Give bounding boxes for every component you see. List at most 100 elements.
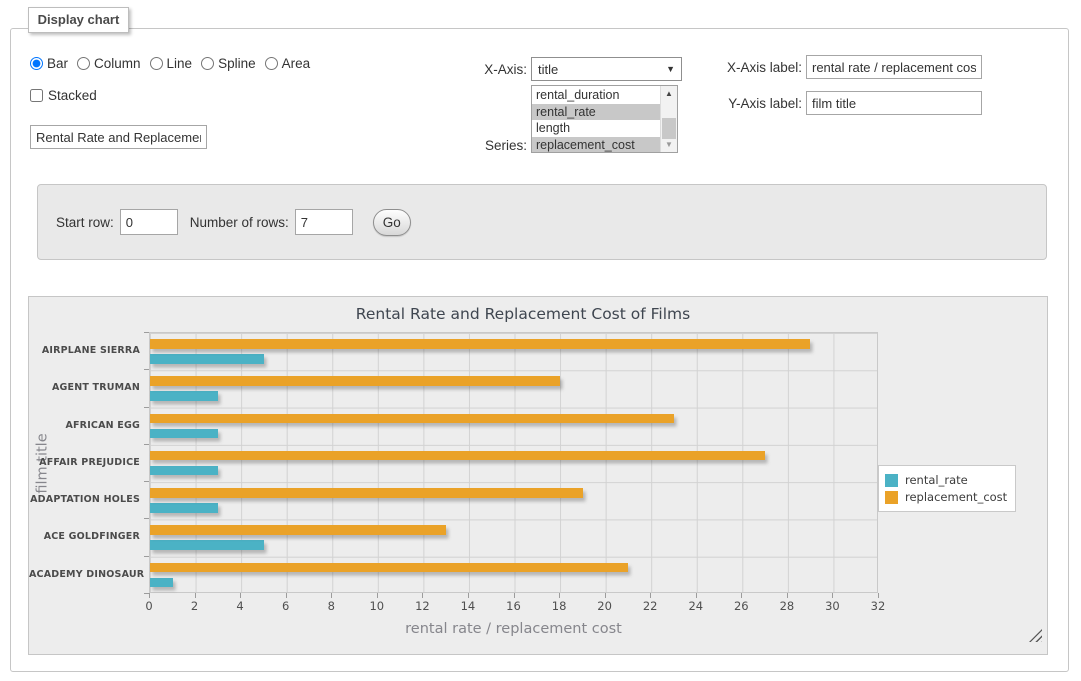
fieldset-legend: Display chart — [28, 7, 129, 33]
x-axis-selected-value: title — [538, 62, 558, 77]
x-axis-select[interactable]: title ▼ — [531, 57, 682, 81]
bar-replacement_cost — [150, 563, 628, 573]
x-tick-mark — [878, 593, 879, 598]
chart-type-option-spline[interactable]: Spline — [201, 56, 256, 71]
category-label: AGENT TRUMAN — [29, 369, 140, 406]
chart-type-radio-line[interactable] — [150, 57, 163, 70]
y-tick-mark — [144, 518, 149, 519]
scroll-up-icon[interactable]: ▲ — [661, 86, 677, 101]
series-scrollbar[interactable]: ▲ ▼ — [660, 86, 677, 152]
stacked-checkbox[interactable] — [30, 89, 43, 102]
chart-type-label: Spline — [218, 56, 256, 71]
chart-x-axis-title: rental rate / replacement cost — [149, 621, 878, 637]
page: Display chart Bar Column Line Spline Area St… — [0, 0, 1081, 681]
stacked-row: Stacked — [30, 88, 97, 103]
chart-type-radio-column[interactable] — [77, 57, 90, 70]
bar-replacement_cost — [150, 451, 765, 461]
chart-type-radio-bar[interactable] — [30, 57, 43, 70]
x-tick-label: 10 — [360, 599, 394, 613]
chart-type-radio-spline[interactable] — [201, 57, 214, 70]
bar-rental_rate — [150, 391, 218, 401]
x-tick-label: 24 — [679, 599, 713, 613]
x-tick-label: 16 — [497, 599, 531, 613]
plot-area — [149, 332, 878, 593]
legend-swatch — [885, 491, 898, 504]
chart-type-group: Bar Column Line Spline Area — [30, 56, 319, 71]
start-row-label: Start row: — [56, 215, 114, 230]
y-tick-mark — [144, 556, 149, 557]
category-label: AIRPLANE SIERRA — [29, 332, 140, 369]
x-tick-mark — [286, 593, 287, 598]
stacked-label: Stacked — [48, 88, 97, 103]
x-tick-label: 30 — [815, 599, 849, 613]
legend-label: rental_rate — [905, 473, 968, 487]
y-axis-label-caption: Y-Axis label: — [712, 96, 802, 111]
x-tick-mark — [331, 593, 332, 598]
category-label: ACADEMY DINOSAUR — [29, 556, 140, 593]
x-tick-mark — [514, 593, 515, 598]
chart-type-option-area[interactable]: Area — [265, 56, 311, 71]
x-tick-mark — [605, 593, 606, 598]
chart-type-option-line[interactable]: Line — [150, 56, 193, 71]
legend-label: replacement_cost — [905, 490, 1007, 504]
x-tick-label: 0 — [132, 599, 166, 613]
bar-rental_rate — [150, 503, 218, 513]
legend-item-replacement_cost: replacement_cost — [885, 490, 1007, 504]
x-tick-mark — [240, 593, 241, 598]
chart-type-label: Line — [167, 56, 193, 71]
x-tick-mark — [696, 593, 697, 598]
series-caption: Series: — [440, 138, 527, 153]
bar-replacement_cost — [150, 376, 560, 386]
start-row-input[interactable] — [120, 209, 178, 235]
pager-panel: Start row: Number of rows: Go — [37, 184, 1047, 260]
x-tick-label: 12 — [405, 599, 439, 613]
bar-rental_rate — [150, 466, 218, 476]
series-option-replacement_cost[interactable]: replacement_cost — [532, 137, 660, 154]
bar-replacement_cost — [150, 525, 446, 535]
x-tick-mark — [422, 593, 423, 598]
series-option-rental_duration[interactable]: rental_duration — [532, 87, 660, 104]
x-axis-caption: X-Axis: — [440, 62, 527, 77]
x-tick-label: 14 — [451, 599, 485, 613]
num-rows-label: Number of rows: — [190, 215, 289, 230]
y-tick-mark — [144, 481, 149, 482]
num-rows-input[interactable] — [295, 209, 353, 235]
category-label: ACE GOLDFINGER — [29, 518, 140, 555]
series-multiselect[interactable]: rental_durationrental_ratelengthreplacem… — [531, 85, 678, 153]
x-tick-label: 2 — [178, 599, 212, 613]
x-tick-mark — [559, 593, 560, 598]
bar-rental_rate — [150, 540, 264, 550]
bar-replacement_cost — [150, 414, 674, 424]
bar-rental_rate — [150, 354, 264, 364]
legend-swatch — [885, 474, 898, 487]
x-tick-mark — [741, 593, 742, 598]
x-axis-label-input[interactable] — [806, 55, 982, 79]
dropdown-arrow-icon: ▼ — [666, 64, 675, 74]
category-label: AFFAIR PREJUDICE — [29, 444, 140, 481]
x-tick-label: 18 — [542, 599, 576, 613]
scroll-down-icon[interactable]: ▼ — [661, 137, 677, 152]
y-tick-mark — [144, 369, 149, 370]
x-tick-label: 20 — [588, 599, 622, 613]
chart-title-input[interactable] — [30, 125, 207, 149]
go-button[interactable]: Go — [373, 209, 411, 236]
x-tick-label: 26 — [724, 599, 758, 613]
chart-type-radio-area[interactable] — [265, 57, 278, 70]
chart-legend: rental_rate replacement_cost — [878, 465, 1016, 512]
y-axis-label-input[interactable] — [806, 91, 982, 115]
chart-type-label: Column — [94, 56, 141, 71]
chart-type-option-bar[interactable]: Bar — [30, 56, 68, 71]
x-tick-mark — [468, 593, 469, 598]
x-tick-label: 28 — [770, 599, 804, 613]
resize-handle-icon[interactable] — [1029, 629, 1042, 642]
series-option-rental_rate[interactable]: rental_rate — [532, 104, 660, 121]
chart-type-option-column[interactable]: Column — [77, 56, 141, 71]
series-options: rental_durationrental_ratelengthreplacem… — [532, 87, 660, 153]
y-tick-mark — [144, 407, 149, 408]
series-option-length[interactable]: length — [532, 120, 660, 137]
category-label: ADAPTATION HOLES — [29, 481, 140, 518]
x-tick-label: 22 — [633, 599, 667, 613]
scrollbar-thumb[interactable] — [662, 118, 676, 139]
legend-item-rental_rate: rental_rate — [885, 473, 1007, 487]
chart-container: Rental Rate and Replacement Cost of Film… — [28, 296, 1048, 655]
